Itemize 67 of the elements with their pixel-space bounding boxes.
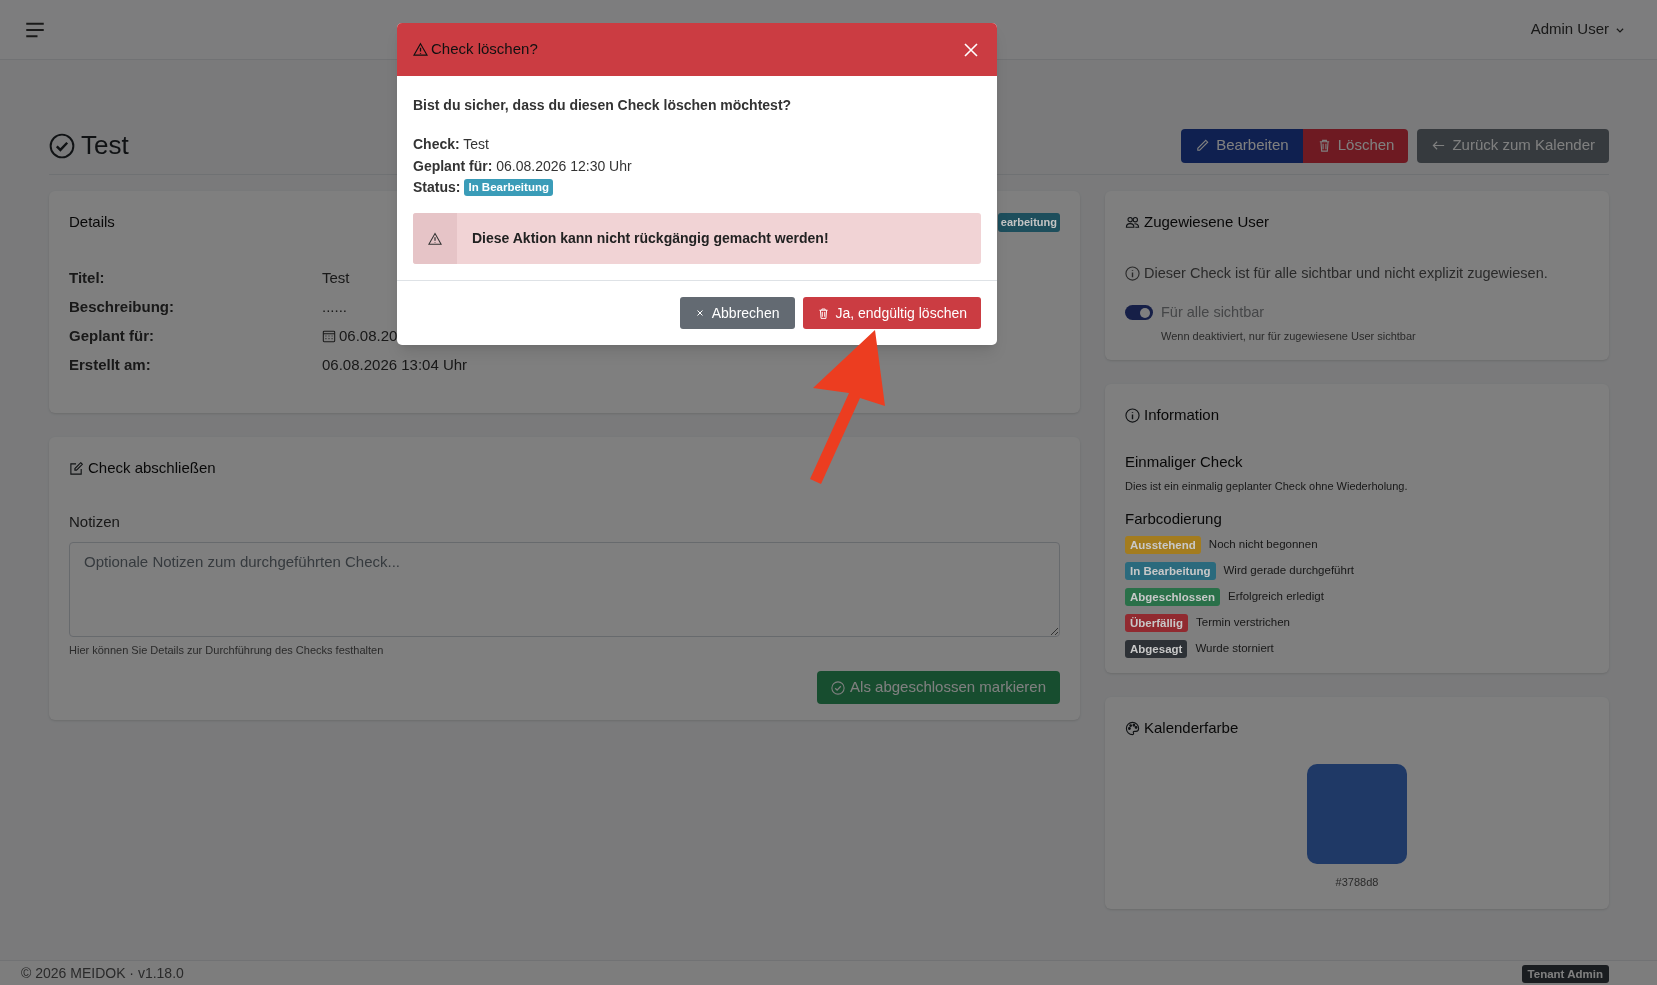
warning-text: Diese Aktion kann nicht rückgängig gemacht werden! bbox=[472, 229, 829, 248]
status-badge: Abgesagt bbox=[1125, 639, 1188, 658]
field-value: Test bbox=[322, 267, 350, 288]
toggle-switch[interactable] bbox=[1125, 305, 1153, 321]
confirm-delete-button[interactable]: Ja, endgültig löschen bbox=[803, 297, 981, 329]
close-icon bbox=[695, 309, 704, 317]
warning-icon bbox=[428, 231, 442, 246]
info-icon bbox=[1125, 266, 1140, 282]
edit-icon bbox=[69, 460, 84, 476]
card-title: Details bbox=[69, 212, 115, 232]
detail-text: Geplant für: 06.08.2026 12:30 Uhr bbox=[413, 157, 633, 174]
field-value: 06.08.2026 13:04 Uhr bbox=[322, 354, 468, 375]
user-menu[interactable]: Admin User bbox=[1530, 18, 1625, 41]
back-button[interactable]: Zurück zum Kalender bbox=[1417, 128, 1609, 163]
field-value: 06.08.20 bbox=[339, 325, 398, 346]
legend-text: Erfolgreich erledigt bbox=[1228, 588, 1324, 604]
help-text: Hier können Sie Details zur Durchführung des Checks festhalten bbox=[69, 642, 385, 658]
field-label: Beschreibung: bbox=[69, 296, 175, 317]
trash-icon bbox=[817, 306, 831, 320]
page-title: Test bbox=[81, 129, 129, 162]
status-badge: Abgeschlossen bbox=[1125, 587, 1220, 606]
field-label: Geplant für: bbox=[69, 325, 155, 346]
field-label: Titel: bbox=[69, 267, 106, 288]
detail-label: Status: bbox=[413, 177, 461, 197]
status-badge: earbeitung bbox=[997, 213, 1060, 232]
section-title: Einmaliger Check bbox=[1125, 452, 1244, 472]
card-title: Zugewiesene User bbox=[1144, 211, 1270, 232]
status-badge: Überfällig bbox=[1125, 613, 1189, 632]
info-text: Dieser Check ist für alle sichtbar und nicht explizit zugewiesen. bbox=[1144, 264, 1548, 283]
color-code: #3788d8 bbox=[1335, 875, 1379, 890]
legend-text: Noch nicht begonnen bbox=[1208, 536, 1318, 552]
delete-button[interactable]: Löschen bbox=[1302, 128, 1409, 163]
info-icon bbox=[1125, 407, 1140, 423]
field-value: ...... bbox=[322, 296, 347, 317]
dialog-title: Check löschen? bbox=[431, 39, 538, 60]
arrow-left-icon bbox=[1431, 138, 1447, 153]
status-badge: In Bearbeitung bbox=[1125, 561, 1216, 580]
notes-field[interactable]: Optionale Notizen zum durchgeführten Check... bbox=[69, 541, 1060, 637]
description-text: Dies ist ein einmalig geplanter Check ohne Wiederholung. bbox=[1125, 478, 1409, 494]
warning-icon bbox=[413, 42, 428, 57]
cancel-button[interactable]: Abbrechen bbox=[679, 297, 796, 329]
card-title: Check abschließen bbox=[88, 457, 216, 478]
notes-label: Notizen bbox=[69, 512, 121, 532]
section-title: Farbcodierung bbox=[1125, 509, 1223, 529]
legend-text: Wurde storniert bbox=[1195, 640, 1274, 656]
calendar-icon bbox=[322, 329, 336, 343]
field-label: Erstellt am: bbox=[69, 354, 152, 375]
hint-text: Wenn deaktiviert, nur für zugewiesene User sichtbar bbox=[1161, 328, 1417, 344]
close-icon bbox=[963, 41, 979, 58]
card-title: Information bbox=[1144, 404, 1220, 425]
toggle-label: Für alle sichtbar bbox=[1161, 302, 1265, 322]
legend-text: Termin verstrichen bbox=[1196, 614, 1290, 630]
copyright-text: © 2026 MEIDOK · v1.18.0 bbox=[21, 965, 184, 982]
detail-text: Check: Test bbox=[413, 135, 490, 152]
users-icon bbox=[1125, 214, 1140, 230]
role-badge: Tenant Admin bbox=[1521, 965, 1609, 983]
legend-text: Wird gerade durchgeführt bbox=[1223, 562, 1354, 578]
complete-button[interactable]: Als abgeschlossen markieren bbox=[817, 671, 1060, 704]
edit-button[interactable]: Bearbeiten bbox=[1181, 128, 1303, 163]
pencil-icon bbox=[1195, 138, 1211, 153]
check-circle-icon bbox=[831, 680, 846, 695]
card-title: Kalenderfarbe bbox=[1144, 717, 1239, 738]
palette-icon bbox=[1125, 720, 1140, 736]
check-circle-icon bbox=[49, 132, 75, 159]
dialog-question: Bist du sicher, dass du diesen Check löschen möchtest? bbox=[413, 96, 793, 115]
status-badge: In Bearbeitung bbox=[464, 178, 553, 196]
status-badge: Ausstehend bbox=[1125, 535, 1201, 554]
